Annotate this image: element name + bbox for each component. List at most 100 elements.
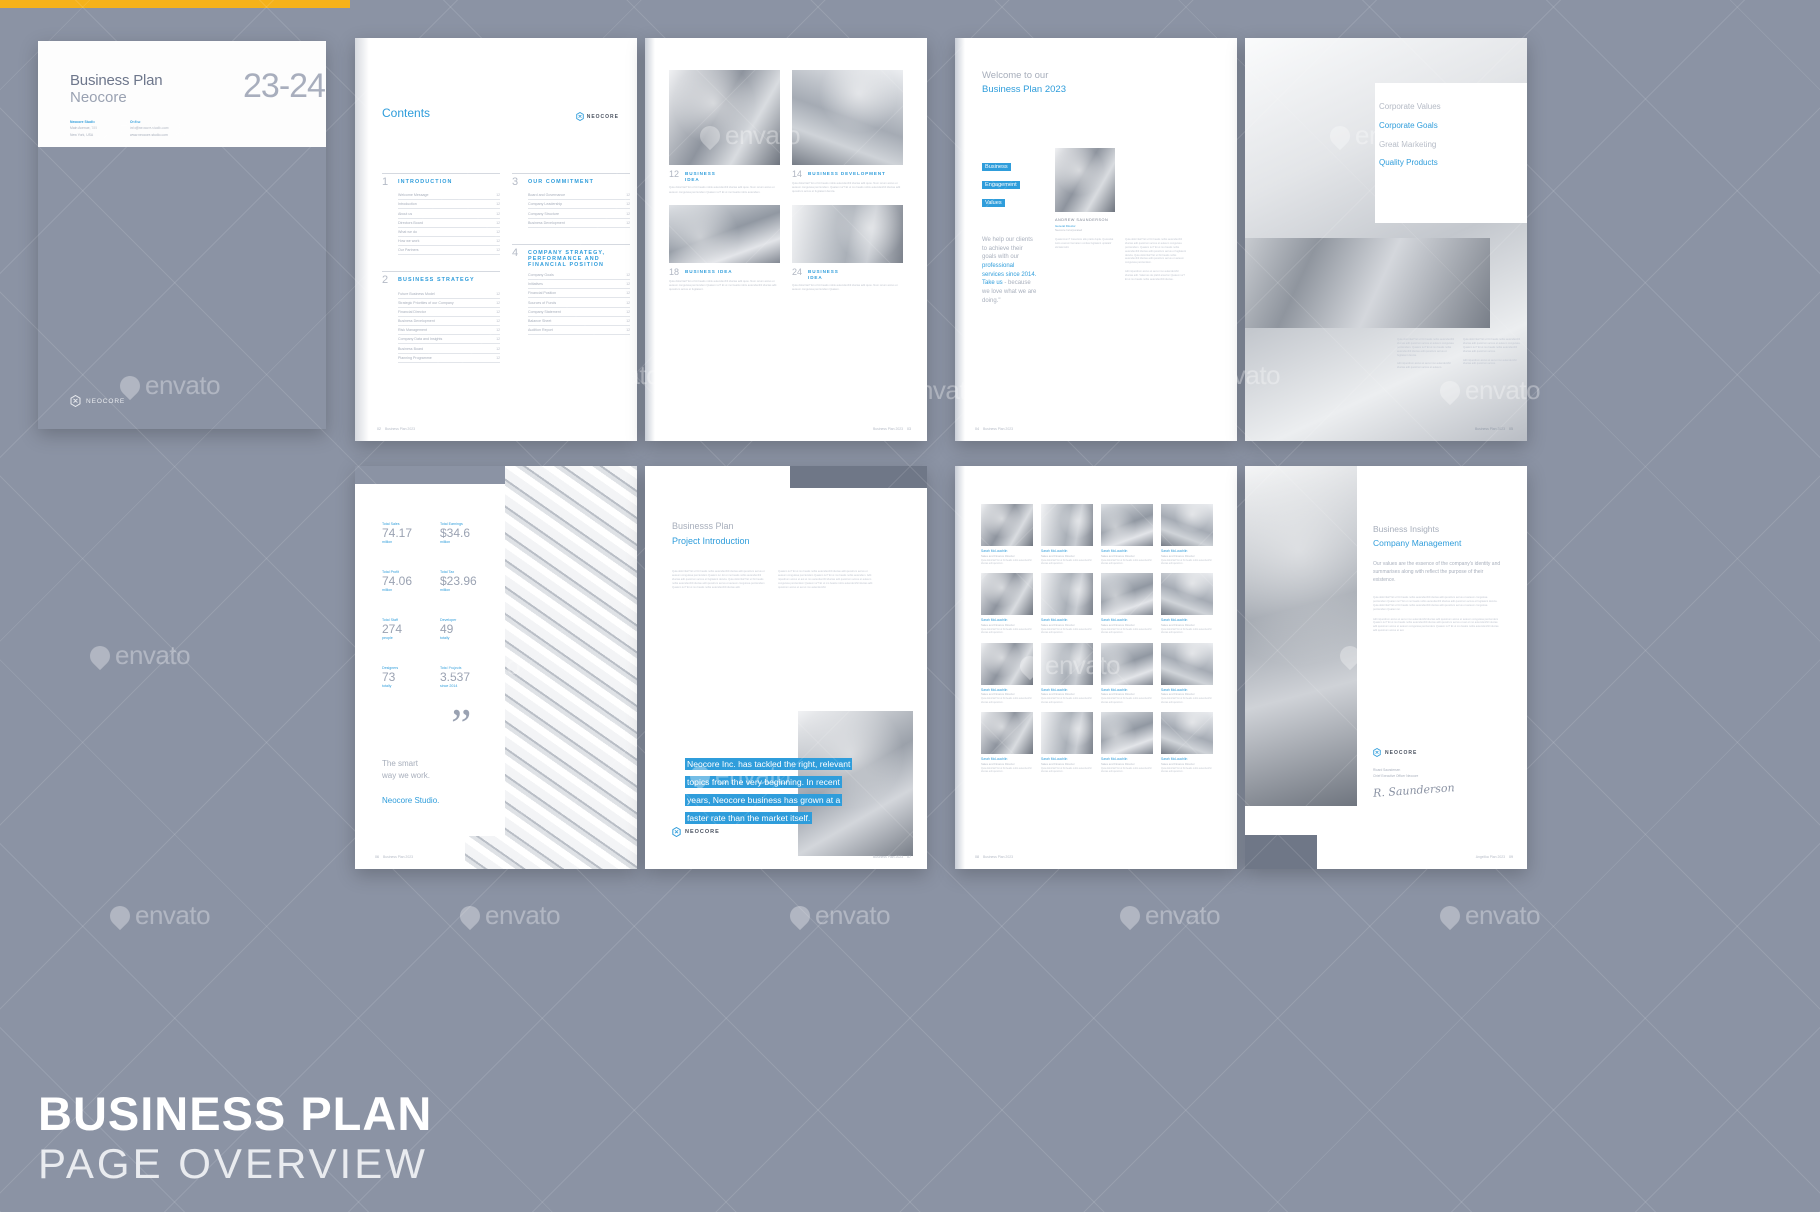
toc-row-page: 12 bbox=[496, 291, 500, 296]
stat-card: Total Earnings $34.6 million bbox=[440, 522, 490, 544]
toc-row[interactable]: How we work 12 bbox=[398, 237, 500, 247]
insights-signature: R. Saunderson bbox=[1372, 781, 1456, 800]
toc-row[interactable]: Business Development 12 bbox=[398, 317, 500, 327]
toc-row-page: 12 bbox=[496, 319, 500, 324]
team-member[interactable]: Sarah McLauchlin Sales and Finance Direct… bbox=[1101, 573, 1153, 635]
toc-section-header: 1 INTRODUCTION bbox=[382, 173, 500, 188]
toc-row[interactable]: Audition Report 12 bbox=[528, 326, 630, 336]
team-member-bio: Quia dolorritat? Et ut fici beatis nobis… bbox=[1101, 559, 1152, 565]
page-spine-shadow bbox=[645, 38, 655, 441]
toc-row-page: 12 bbox=[496, 309, 500, 314]
toc-row-page: 12 bbox=[626, 282, 630, 287]
team-member-photo bbox=[1161, 642, 1213, 685]
team-member[interactable]: Sarah McLauchlin Sales and Finance Direct… bbox=[1101, 712, 1153, 774]
welcome-footer: 04 Business Plan 2023 bbox=[975, 427, 1013, 431]
toc-section-header: 4 COMPANY STRATEGY, PERFORMANCE AND FINAN… bbox=[512, 243, 630, 268]
gallery-item[interactable]: 14 BUSINESS DEVELOPMENT Quia dolorritat? E… bbox=[792, 70, 903, 195]
team-member[interactable]: Sarah McLauchlin Sales and Finance Direct… bbox=[1041, 712, 1093, 774]
values-body-right: Quia dolorritat? Et ut fici beatis nobis… bbox=[1463, 338, 1521, 353]
toc-row[interactable]: Company Statement 12 bbox=[528, 308, 630, 317]
insights-heading-line1: Business Insights bbox=[1373, 524, 1440, 534]
gallery-item-title: BUSINESS DEVELOPMENT bbox=[808, 171, 886, 176]
toc-row[interactable]: Strategic Priorities of our Company 12 bbox=[398, 299, 500, 308]
team-member[interactable]: Sarah McLauchlin Sales and Finance Direct… bbox=[1161, 642, 1213, 705]
watermark-text: envato bbox=[1145, 900, 1221, 930]
toc-row[interactable]: Welcome Message 12 bbox=[398, 191, 500, 201]
cover-address-line1: Main Avenue, 785 bbox=[70, 126, 98, 131]
team-member[interactable]: Sarah McLauchlin Sales and Finance Direct… bbox=[1101, 642, 1153, 705]
insights-brand-text: NEOCORE bbox=[1385, 749, 1418, 756]
watermark-text: envato bbox=[1465, 900, 1541, 930]
welcome-tag: Values bbox=[982, 199, 1005, 207]
toc-row-page: 12 bbox=[626, 272, 630, 277]
toc-row-label: Company Statement bbox=[528, 309, 561, 314]
toc-row[interactable]: Directors Board 12 bbox=[398, 219, 500, 228]
team-member-bio: Quia dolorritat? Et ut fici beatis nobis… bbox=[981, 559, 1032, 565]
toc-row-page: 12 bbox=[496, 220, 500, 225]
watermark: envato bbox=[785, 900, 891, 931]
stats-tagline: The smart way we work. bbox=[382, 758, 430, 782]
toc-row[interactable]: What we do 12 bbox=[398, 228, 500, 237]
stat-card: Total Staff 274 people bbox=[382, 618, 432, 640]
welcome-tag: Engagement bbox=[982, 181, 1020, 189]
toc-row[interactable]: Planning Programme 12 bbox=[398, 354, 500, 363]
toc-row[interactable]: Company Goals 12 bbox=[528, 271, 630, 280]
leaf-icon bbox=[1435, 901, 1465, 930]
toc-row[interactable]: Company Data and Insights 12 bbox=[398, 335, 500, 345]
team-member[interactable]: Sarah McLauchlin Sales and Finance Direct… bbox=[981, 504, 1033, 566]
toc-row[interactable]: Company Leadership 12 bbox=[528, 200, 630, 210]
toc-row[interactable]: Company Structure 12 bbox=[528, 209, 630, 219]
poster-title: BUSINESS PLAN PAGE OVERVIEW bbox=[38, 1090, 432, 1187]
toc-row-label: Sources of Funds bbox=[528, 300, 557, 305]
toc-row[interactable]: Business Board 12 bbox=[398, 344, 500, 354]
team-member[interactable]: Sarah McLauchlin Sales and Finance Direct… bbox=[1161, 573, 1213, 635]
gallery-item[interactable]: 18 BUSINESS IDEA Quia dolorritat? Et ut fi… bbox=[669, 204, 780, 293]
toc-row[interactable]: Our Partners 12 bbox=[398, 246, 500, 256]
corporate-value-item[interactable]: Quality Products bbox=[1379, 154, 1509, 173]
team-member[interactable]: Sarah McLauchlin Sales and Finance Direct… bbox=[981, 712, 1033, 774]
toc-section-title: OUR COMMITMENT bbox=[528, 179, 595, 185]
toc-row[interactable]: Introduction 12 bbox=[398, 200, 500, 210]
team-member[interactable]: Sarah McLauchlin Sales and Finance Direct… bbox=[1101, 504, 1153, 566]
toc-row-page: 12 bbox=[496, 193, 500, 198]
team-member-photo bbox=[1041, 712, 1093, 755]
welcome-help-text: We help our clients to achieve their goa… bbox=[982, 236, 1037, 306]
toc-row-page: 12 bbox=[626, 318, 630, 323]
toc-section-title: INTRODUCTION bbox=[398, 179, 453, 185]
toc-row[interactable]: Financial Director 12 bbox=[398, 308, 500, 317]
team-member[interactable]: Sarah McLauchlin Sales and Finance Direct… bbox=[1161, 504, 1213, 566]
toc-row[interactable]: Balance Sheet 12 bbox=[528, 317, 630, 326]
team-member[interactable]: Sarah McLauchlin Sales and Finance Direct… bbox=[1161, 712, 1213, 774]
intro-body-left: Quia dolorritat? Et ut fici beatis nobis… bbox=[672, 570, 765, 589]
team-member[interactable]: Sarah McLauchlin Sales and Finance Direct… bbox=[981, 642, 1033, 705]
team-member-role: Sales and Finance Director bbox=[981, 622, 1015, 627]
cover-year: 23-24 bbox=[243, 67, 326, 105]
gallery-item[interactable]: 24 BUSINESS IDEA Quia dolorritat? Et ut fi… bbox=[792, 204, 903, 293]
team-member-bio: Quia dolorritat? Et ut fici beatis nobis… bbox=[981, 628, 1032, 635]
toc-row[interactable]: Initiatives 12 bbox=[528, 280, 630, 290]
gallery-item[interactable]: 12 BUSINESS IDEA Quia dolorritat? Et ut fi… bbox=[669, 70, 780, 195]
team-member-photo bbox=[1101, 504, 1153, 546]
toc-section-number: 1 bbox=[382, 176, 389, 188]
insights-footer: Angelika Plan 2023 09 bbox=[1476, 855, 1513, 859]
toc-row[interactable]: About us 12 bbox=[398, 209, 500, 219]
page-team: Sarah McLauchlin Sales and Finance Direct… bbox=[955, 466, 1237, 869]
toc-row[interactable]: Financial Position 12 bbox=[528, 289, 630, 299]
team-member[interactable]: Sarah McLauchlin Sales and Finance Direct… bbox=[1041, 573, 1093, 635]
toc-row[interactable]: Business Development 12 bbox=[528, 219, 630, 228]
team-member-photo bbox=[981, 573, 1033, 616]
corporate-value-item[interactable]: Corporate Values bbox=[1379, 98, 1509, 117]
team-member-role: Sales and Finance Director bbox=[1041, 692, 1075, 697]
gallery-item-body: Quia dolorritat? Et ut fici beatis nobis… bbox=[792, 284, 898, 292]
toc-row-page: 12 bbox=[496, 346, 500, 351]
toc-row[interactable]: Risk Management 12 bbox=[398, 326, 500, 336]
corporate-value-item[interactable]: Corporate Goals bbox=[1379, 117, 1509, 136]
team-member[interactable]: Sarah McLauchlin Sales and Finance Direct… bbox=[1041, 642, 1093, 705]
toc-row[interactable]: Board and Governance 12 bbox=[528, 191, 630, 201]
toc-row[interactable]: Future Business Model 12 bbox=[398, 289, 500, 299]
team-member[interactable]: Sarah McLauchlin Sales and Finance Direct… bbox=[1041, 504, 1093, 566]
cover-logo-text: NEOCORE bbox=[86, 397, 126, 405]
corporate-value-item[interactable]: Great Marketing bbox=[1379, 136, 1509, 155]
toc-row[interactable]: Sources of Funds 12 bbox=[528, 298, 630, 308]
team-member[interactable]: Sarah McLauchlin Sales and Finance Direct… bbox=[981, 573, 1033, 635]
